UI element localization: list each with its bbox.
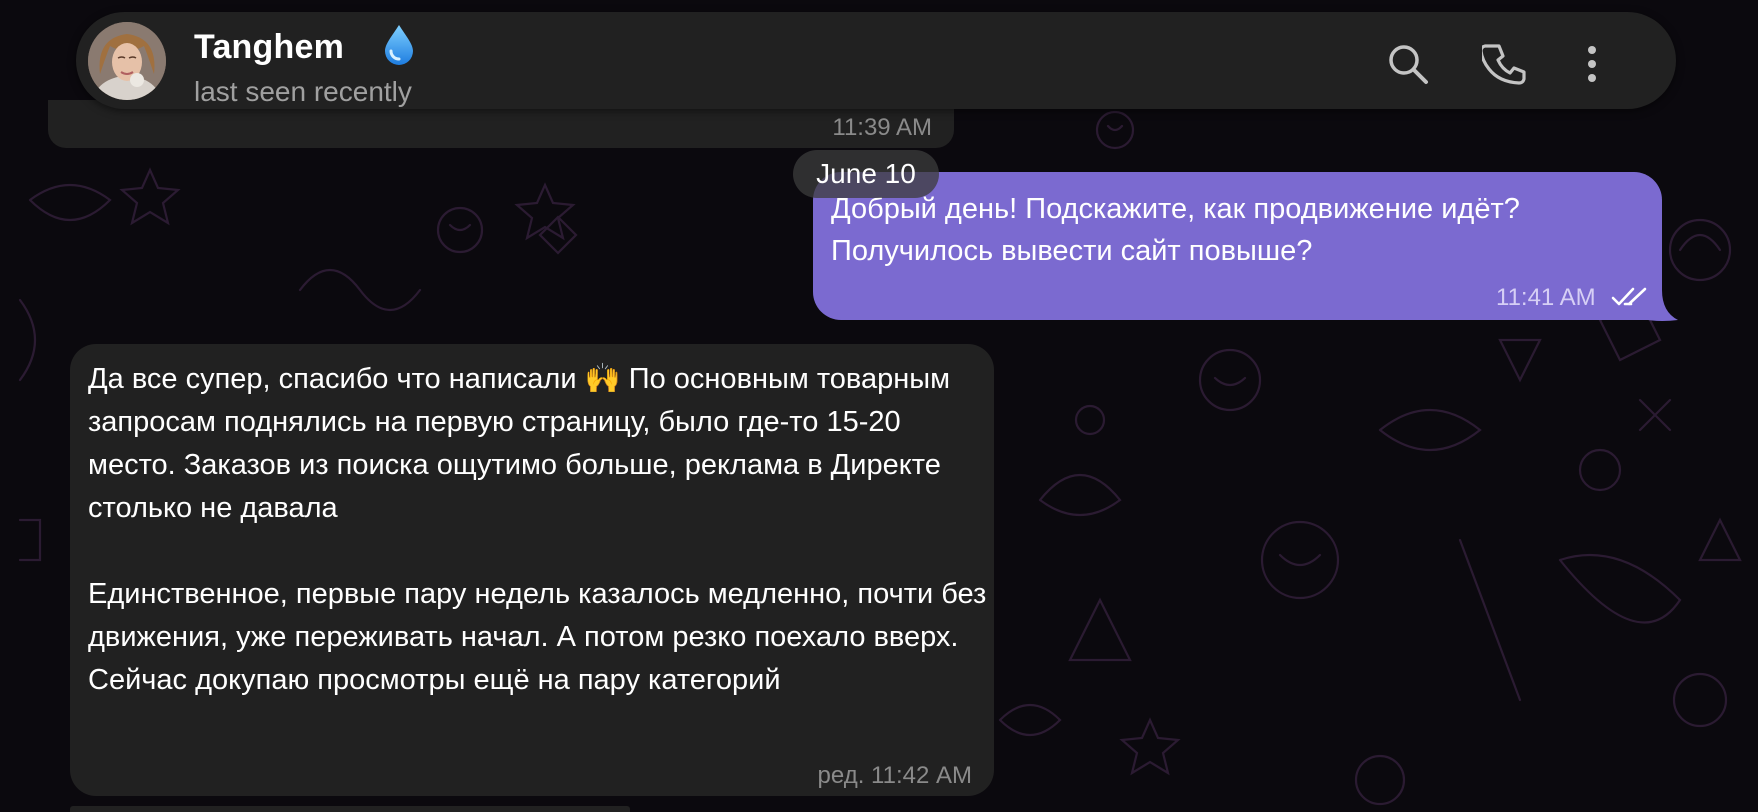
incoming-message-time: ред. 11:42 AM [817, 762, 972, 789]
outgoing-bubble-tail [1648, 290, 1678, 321]
outgoing-message-text: Добрый день! Подскажите, как продвижение… [831, 193, 1520, 267]
outgoing-message-time: 11:41 AM [1496, 284, 1596, 311]
more-vertical-icon[interactable] [1579, 42, 1605, 86]
incoming-message-bubble[interactable]: Да все супер, спасибо что написали 🙌 По … [70, 344, 994, 796]
chat-status: last seen recently [194, 76, 412, 107]
avatar[interactable] [88, 22, 166, 100]
phone-icon[interactable] [1482, 42, 1526, 86]
chat-header[interactable]: Tanghem last seen recently [76, 12, 1676, 109]
date-separator: June 10 [793, 150, 939, 198]
search-icon[interactable] [1386, 42, 1430, 86]
outgoing-message-bubble[interactable]: Добрый день! Подскажите, как продвижение… [813, 172, 1662, 320]
water-drop-icon [385, 25, 413, 65]
double-check-icon [1611, 287, 1647, 306]
next-message-bubble[interactable] [70, 806, 630, 812]
incoming-message-text: Да все супер, спасибо что написали 🙌 По … [88, 363, 987, 696]
previous-message-time: 11:39 AM [832, 114, 932, 141]
chat-title[interactable]: Tanghem [194, 28, 344, 67]
